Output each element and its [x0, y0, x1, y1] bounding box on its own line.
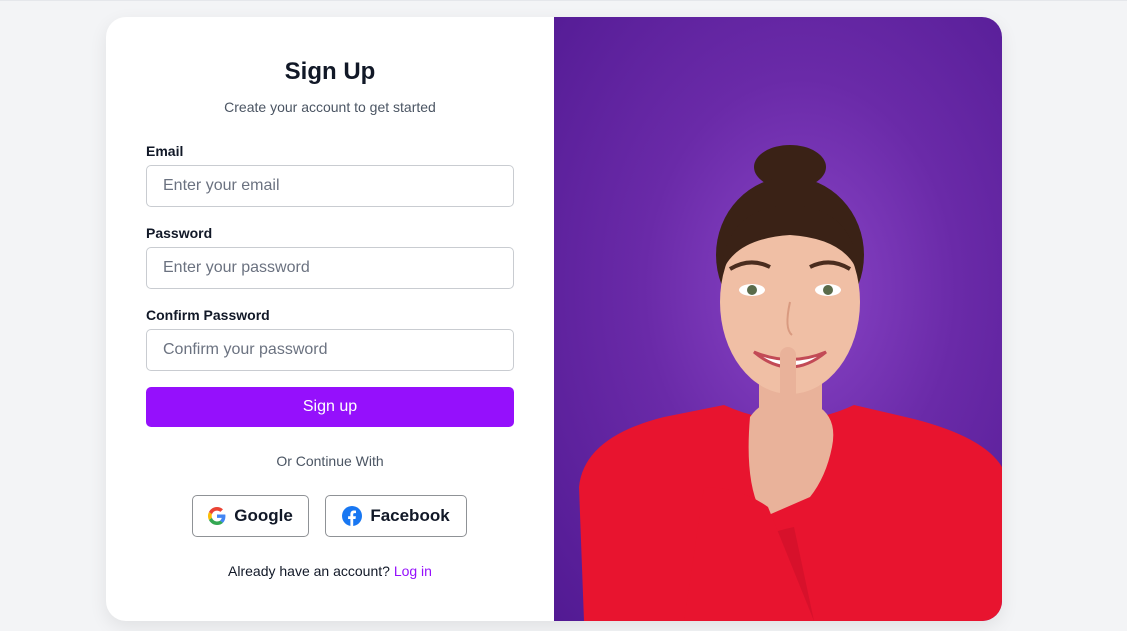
page-subtitle: Create your account to get started — [224, 99, 436, 115]
email-label: Email — [146, 143, 184, 159]
password-field[interactable] — [146, 247, 514, 289]
facebook-icon — [342, 506, 363, 526]
hero-image — [554, 17, 1002, 621]
password-label: Password — [146, 225, 213, 241]
login-link[interactable]: Log in — [394, 563, 432, 579]
top-border — [0, 0, 1127, 1]
google-label: Google — [234, 506, 293, 525]
login-prompt: Already have an account? Log in — [106, 563, 554, 579]
signup-button[interactable]: Sign up — [146, 387, 514, 427]
page-title: Sign Up — [284, 58, 376, 85]
signup-form: Sign Up Create your account to get start… — [106, 17, 554, 621]
signup-card: Sign Up Create your account to get start… — [106, 17, 1002, 621]
login-prompt-text: Already have an account? — [228, 563, 390, 579]
facebook-label: Facebook — [370, 506, 450, 525]
google-button[interactable]: Google — [192, 495, 309, 537]
facebook-button[interactable]: Facebook — [325, 495, 467, 537]
confirm-password-label: Confirm Password — [146, 307, 270, 323]
google-icon — [208, 507, 226, 525]
email-field[interactable] — [146, 165, 514, 207]
continue-with-text: Or Continue With — [276, 453, 384, 469]
confirm-password-field[interactable] — [146, 329, 514, 371]
hero-illustration — [579, 145, 1002, 621]
